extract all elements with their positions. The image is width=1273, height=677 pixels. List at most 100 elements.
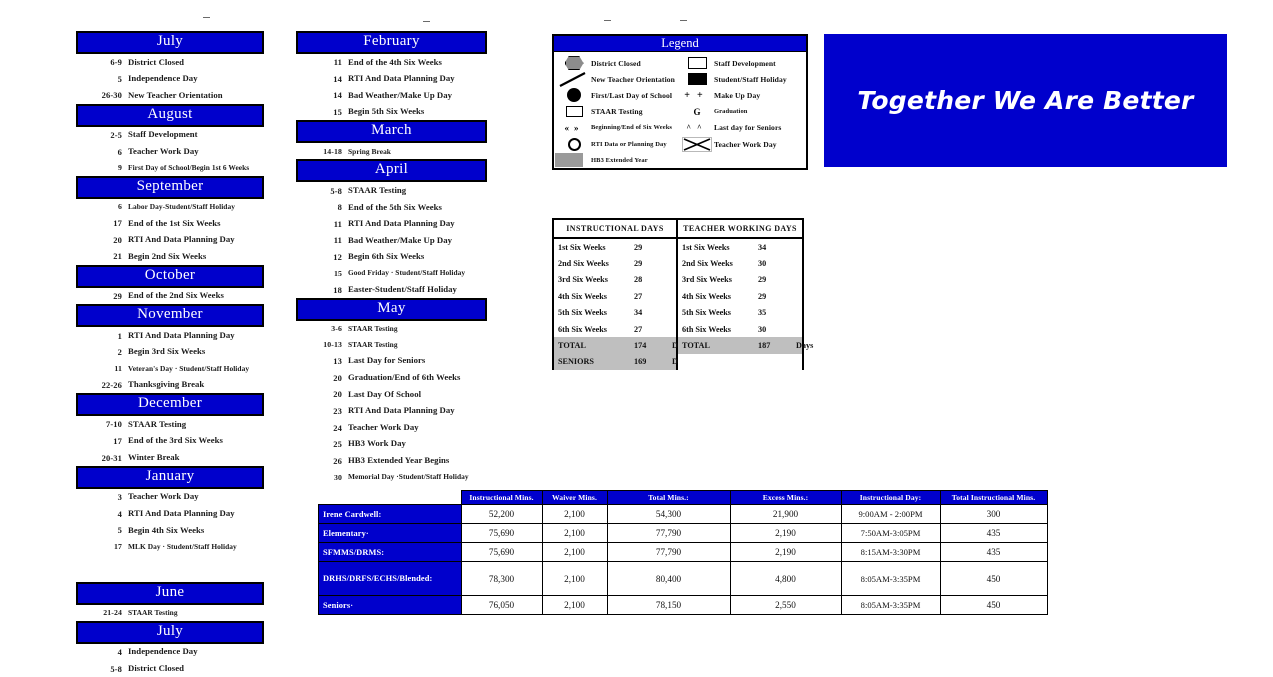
event-date: 11 [333,235,342,246]
minutes-cell: 2,100 [541,561,608,596]
event-date: 15 [334,268,342,278]
calendar-event: 3 Teacher Work Day [76,489,264,506]
calendar-event: 7-10 STAAR Testing [76,416,264,433]
minutes-header-cell: Instructional Mins. [460,490,543,505]
event-date: 3-6 [331,324,342,334]
calendar-event: 29 End of the 2nd Six Weeks [76,288,264,305]
event-date: 7-10 [106,419,122,430]
event-date: 11 [333,57,342,68]
teacher-working-days-half: TEACHER WORKING DAYS 1st Six Weeks 34 2nd … [678,220,813,371]
month-header-july-0: July [76,31,264,54]
minutes-row-label: Seniors· [318,595,462,615]
legend-item-label: RTI Data or Planning Day [591,140,667,148]
legend-item-label: HB3 Extended Year [591,156,648,164]
month-header-november-4: November [76,304,264,328]
days-label: 6th Six Weeks [682,324,731,334]
event-date: 2-5 [110,130,122,141]
slogan-banner: Together We Are Better [824,34,1227,167]
minutes-cell: 450 [939,595,1048,615]
event-date: 24 [333,422,342,433]
minutes-cell: 80,400 [606,561,731,596]
event-date: 20-31 [101,452,122,463]
minutes-cell: 8:15AM-3:30PM [840,542,941,562]
open-circle-icon [557,137,591,152]
left-month-column: July 6-9 District Closed 5 Independence Day 2… [76,31,264,677]
month-header-march-1: March [296,120,487,144]
calendar-event: 5 Independence Day [76,71,264,88]
calendar-event: 4 RTI And Data Planning Day [76,506,264,523]
minutes-cell: 2,550 [729,595,842,615]
days-row: 3rd Six Weeks 29 [678,272,802,288]
event-label: RTI And Data Planning Day [348,218,455,229]
days-row: 4th Six Weeks 29 [678,288,802,304]
top-tick-mark-4 [680,20,687,21]
event-label: Winter Break [128,451,180,462]
event-date: 4 [117,508,122,519]
event-label: End of the 2nd Six Weeks [128,290,224,301]
calendar-event: 20-31 Winter Break [76,449,264,466]
minutes-cell: 435 [939,523,1048,543]
event-label: Last Day Of School [348,388,422,399]
minutes-cell: 9:00AM - 2:00PM [840,504,941,524]
minutes-cell: 8:05AM-3:35PM [840,595,941,615]
event-date: 29 [113,291,122,302]
calendar-event: 1 RTI And Data Planning Day [76,327,264,344]
event-date: 20 [113,234,122,245]
legend-item-label: Make Up Day [714,90,761,100]
month-header-april-2: April [296,159,487,183]
legend-item: Teacher Work Day [680,136,806,152]
days-row [678,353,802,371]
legend-item-label: Last day for Seniors [714,123,782,133]
minutes-table-row: SFMMS/DRMS: 75,690 2,100 77,790 2,190 8:15AM-… [318,542,1048,562]
days-label: 3rd Six Weeks [558,275,608,285]
top-tick-mark-3 [604,20,611,21]
legend-item-label: New Teacher Orientation [591,74,675,84]
month-header-february-0: February [296,31,487,54]
legend-item: RTI Data or Planning Day [557,136,680,152]
minutes-table-row: DRHS/DRFS/ECHS/Blended: 78,300 2,100 80,400… [318,561,1048,596]
minutes-cell: 75,690 [460,523,543,543]
days-row: 4th Six Weeks 27 [554,288,676,304]
letter-g-icon: G [693,106,701,117]
event-label: Thanksgiving Break [128,379,205,390]
days-value: 30 [758,324,767,334]
event-label: MLK Day · Student/Staff Holiday [128,541,237,551]
minutes-cell: 75,690 [460,542,543,562]
plus-plus-icon: ++ [684,89,710,101]
event-label: Teacher Work Day [128,145,199,156]
event-date: 5 [117,73,122,84]
calendar-event: 6 Labor Day-Student/Staff Holiday [76,199,264,215]
legend-left-column: District Closed New Teacher Orientation Fi… [554,52,680,170]
event-date: 5-8 [330,185,342,196]
days-value: 34 [758,242,767,252]
event-label: End of the 4th Six Weeks [348,56,442,67]
minutes-cell: 2,190 [729,523,842,543]
days-value: 30 [758,259,767,269]
minutes-cell: 52,200 [460,504,543,524]
calendar-event: 11 End of the 4th Six Weeks [296,54,487,71]
days-label: 6th Six Weeks [558,324,607,334]
minutes-cell: 300 [939,504,1048,524]
legend-item-label: Beginning/End of Six Weeks [591,124,673,132]
calendar-event: 12 Begin 6th Six Weeks [296,249,487,266]
calendar-event: 5-8 STAAR Testing [296,182,487,199]
days-value: 29 [758,291,767,301]
event-date: 23 [333,406,342,417]
calendar-event: 18 Easter-Student/Staff Holiday [296,281,487,298]
minutes-table-body: Irene Cardwell: 52,200 2,100 54,300 21,900 9:… [318,504,1048,615]
days-value: 29 [634,242,643,252]
legend-item: Student/Staff Holiday [680,71,806,87]
event-date: 14-18 [323,146,342,156]
month-header-july-8: July [76,620,264,644]
days-row: SENIORS169Days [554,353,689,371]
days-value: 29 [758,275,767,285]
minutes-row-label: SFMMS/DRMS: [318,542,462,562]
days-row: 3rd Six Weeks 28 [554,272,676,288]
month-header-october-3: October [76,264,264,288]
calendar-event: 6 Teacher Work Day [76,143,264,160]
days-row: 2nd Six Weeks 29 [554,255,676,271]
event-date: 20 [333,389,342,400]
days-row: 2nd Six Weeks 30 [678,255,802,271]
event-label: Easter-Student/Staff Holiday [348,283,457,294]
black-box-icon [680,72,714,87]
